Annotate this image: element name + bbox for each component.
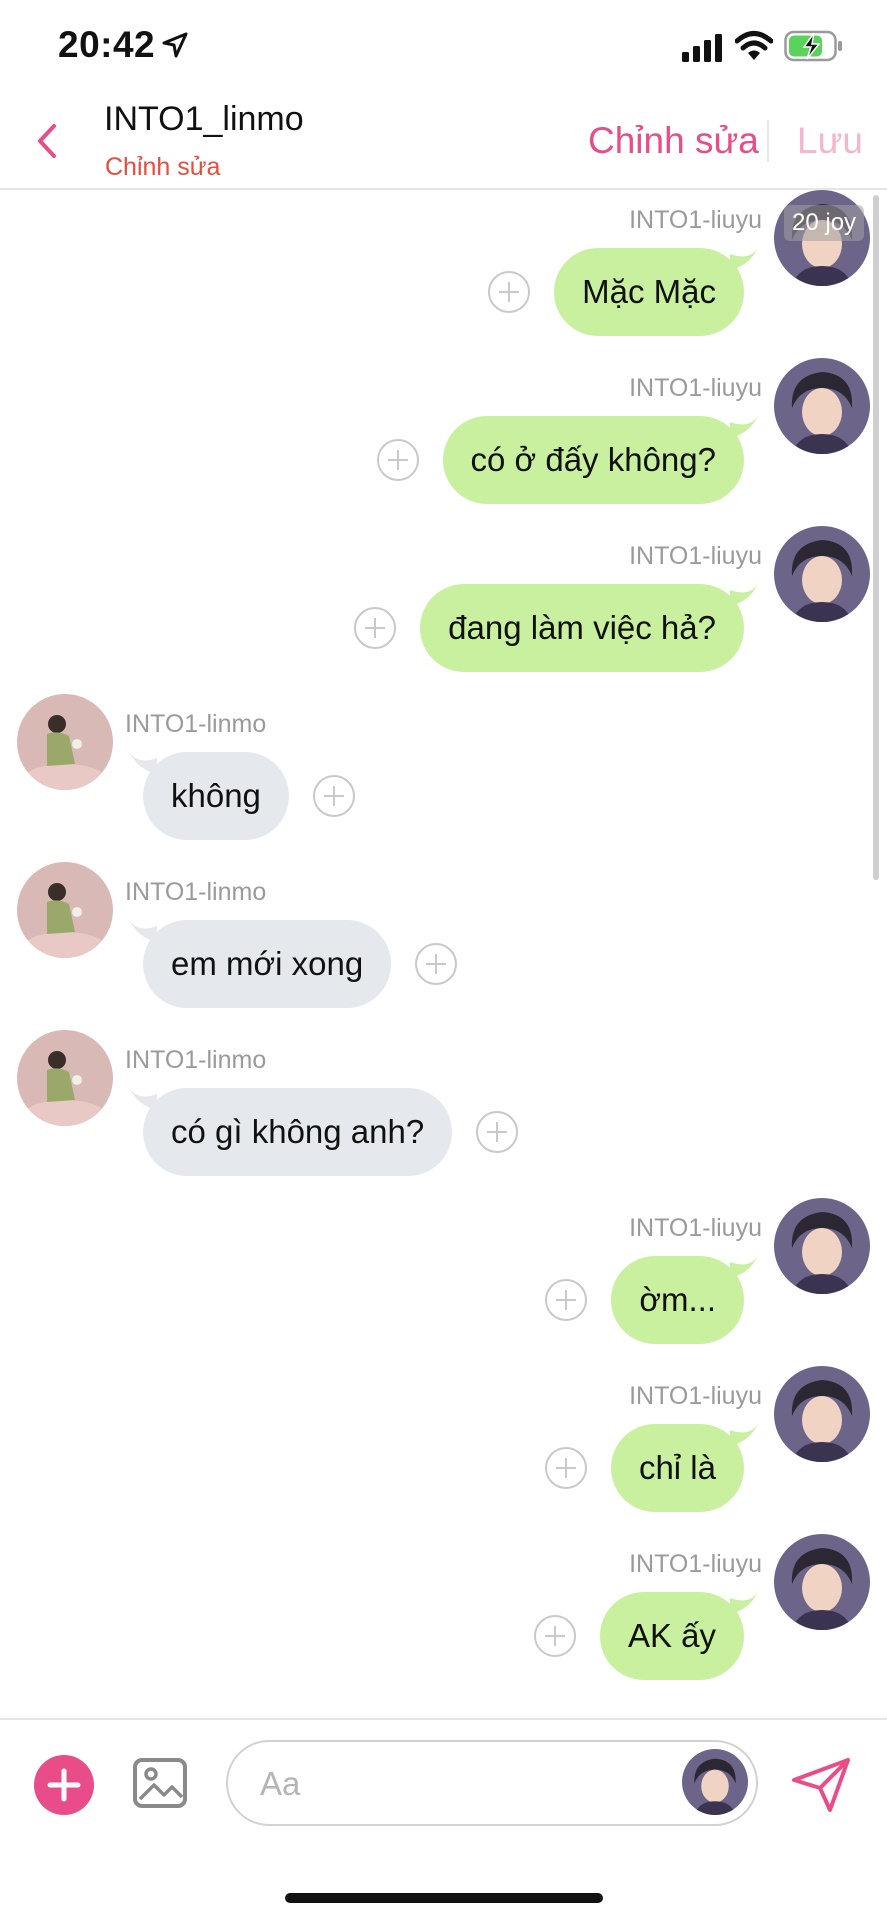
- liuyu-avatar[interactable]: [774, 526, 870, 622]
- outgoing-message-bubble[interactable]: ờm...: [611, 1256, 744, 1344]
- add-reaction-icon[interactable]: [545, 1447, 587, 1489]
- outgoing-message-bubble[interactable]: chỉ là: [610, 1424, 744, 1512]
- message-input-box[interactable]: [226, 1740, 758, 1826]
- outgoing-message-bubble[interactable]: AK ấy: [599, 1592, 744, 1680]
- message-row: INTO1-linmo không: [0, 694, 887, 854]
- message-row: INTO1-liuyu Mặc Mặc: [0, 190, 887, 350]
- avatar-image: [17, 1030, 113, 1126]
- location-arrow-icon: [162, 32, 188, 58]
- time-badge: 20 joy: [784, 205, 865, 241]
- header-divider: [767, 120, 769, 162]
- avatar-image: [774, 1534, 870, 1630]
- image-picker-icon[interactable]: [132, 1755, 188, 1811]
- message-row: INTO1-liuyu đang làm việc hả?: [0, 526, 887, 686]
- message-row: INTO1-linmo em mới xong: [0, 862, 887, 1022]
- message-input[interactable]: [258, 1760, 642, 1808]
- avatar-image: [774, 1366, 870, 1462]
- chat-title: INTO1_linmo: [104, 100, 304, 138]
- linmo-avatar[interactable]: [17, 1030, 113, 1126]
- avatar-image: [682, 1749, 748, 1815]
- status-time: 20:42: [58, 24, 156, 65]
- edit-button[interactable]: Chỉnh sửa: [588, 120, 759, 162]
- add-reaction-icon[interactable]: [313, 775, 355, 817]
- liuyu-avatar[interactable]: [774, 1534, 870, 1630]
- incoming-message-bubble[interactable]: không: [143, 752, 289, 840]
- avatar-image: [17, 862, 113, 958]
- home-indicator[interactable]: [285, 1893, 603, 1903]
- liuyu-avatar[interactable]: [774, 1198, 870, 1294]
- incoming-message-bubble[interactable]: có gì không anh?: [143, 1088, 453, 1176]
- sender-name: INTO1-linmo: [125, 1046, 267, 1074]
- sender-name: INTO1-liuyu: [629, 1214, 762, 1242]
- add-reaction-icon[interactable]: [476, 1111, 518, 1153]
- back-chevron-icon[interactable]: [30, 118, 66, 164]
- plus-icon: [47, 1768, 81, 1802]
- message-row: INTO1-liuyu AK ấy: [0, 1534, 887, 1694]
- sender-name: INTO1-liuyu: [629, 1550, 762, 1578]
- send-icon[interactable]: [790, 1754, 852, 1816]
- message-row: INTO1-liuyu chỉ là: [0, 1366, 887, 1526]
- battery-charging-icon: [784, 30, 842, 62]
- liuyu-avatar[interactable]: [774, 1366, 870, 1462]
- liuyu-avatar[interactable]: [774, 358, 870, 454]
- sender-avatar[interactable]: [682, 1749, 748, 1815]
- sender-name: INTO1-linmo: [125, 878, 267, 906]
- incoming-message-bubble[interactable]: em mới xong: [143, 920, 392, 1008]
- linmo-avatar[interactable]: [17, 862, 113, 958]
- linmo-avatar[interactable]: [17, 694, 113, 790]
- add-reaction-icon[interactable]: [415, 943, 457, 985]
- avatar-image: [774, 526, 870, 622]
- sender-name: INTO1-liuyu: [629, 374, 762, 402]
- add-reaction-icon[interactable]: [354, 607, 396, 649]
- add-reaction-icon[interactable]: [545, 1279, 587, 1321]
- outgoing-message-bubble[interactable]: có ở đấy không?: [442, 416, 744, 504]
- avatar-image: [17, 694, 113, 790]
- add-reaction-icon[interactable]: [488, 271, 530, 313]
- cellular-signal-icon: [682, 34, 722, 62]
- save-button[interactable]: Lưu: [797, 120, 863, 162]
- add-reaction-icon[interactable]: [534, 1615, 576, 1657]
- sender-name: INTO1-linmo: [125, 710, 267, 738]
- chat-subtitle-edit[interactable]: Chỉnh sửa: [105, 153, 220, 182]
- message-list[interactable]: INTO1-liuyu Mặc Mặc INTO1-liuyu có ở đấy kh…: [0, 190, 887, 1718]
- avatar-image: [774, 358, 870, 454]
- sender-name: INTO1-liuyu: [629, 542, 762, 570]
- scrollbar[interactable]: [873, 195, 879, 880]
- sender-name: INTO1-liuyu: [629, 206, 762, 234]
- add-reaction-icon[interactable]: [377, 439, 419, 481]
- message-row: INTO1-liuyu có ở đấy không?: [0, 358, 887, 518]
- add-attachment-button[interactable]: [34, 1755, 94, 1815]
- message-row: INTO1-liuyu ờm...: [0, 1198, 887, 1358]
- message-row: INTO1-linmo có gì không anh?: [0, 1030, 887, 1190]
- wifi-icon: [735, 31, 773, 60]
- sender-name: INTO1-liuyu: [629, 1382, 762, 1410]
- outgoing-message-bubble[interactable]: đang làm việc hả?: [420, 584, 744, 672]
- composer-divider: [0, 1718, 887, 1720]
- avatar-image: [774, 1198, 870, 1294]
- outgoing-message-bubble[interactable]: Mặc Mặc: [554, 248, 744, 336]
